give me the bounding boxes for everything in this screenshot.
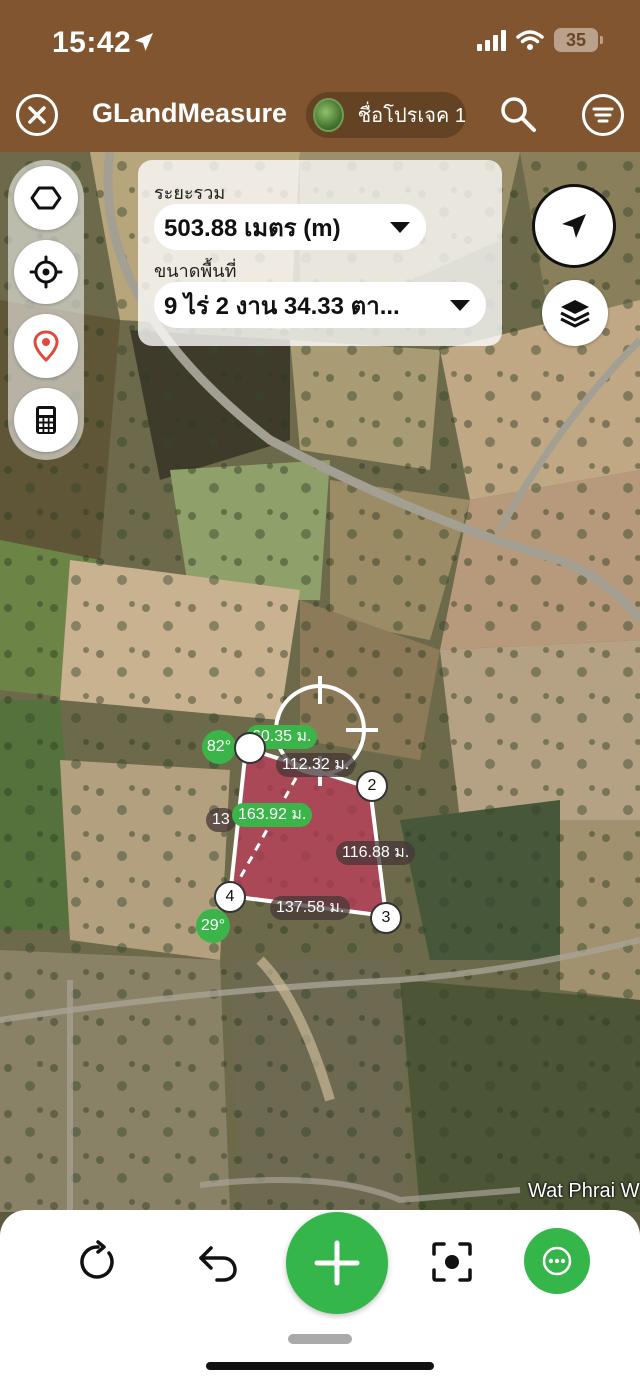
- focus-icon: [432, 1242, 472, 1282]
- layers-icon: [560, 300, 590, 328]
- reset-button[interactable]: [68, 1232, 128, 1292]
- distance-unit-dropdown[interactable]: 503.88 เมตร (m): [154, 204, 426, 250]
- total-distance-label: ระยะรวม: [154, 183, 226, 203]
- edge-length-top: 112.32 ม.: [276, 753, 356, 777]
- edge-length-right: 116.88 ม.: [336, 841, 416, 865]
- polygon-icon: [30, 186, 62, 210]
- my-location-button[interactable]: [14, 240, 78, 304]
- undo-button[interactable]: [188, 1232, 248, 1292]
- edge-length-bottom: 137.58 ม.: [270, 896, 351, 920]
- close-icon: [28, 106, 46, 124]
- angle-badge-1: 82°: [202, 730, 236, 764]
- focus-button[interactable]: [422, 1232, 482, 1292]
- area-label: ขนาดพื้นที่: [154, 261, 237, 281]
- place-label: Wat Phrai W: [528, 1180, 640, 1202]
- refresh-icon: [80, 1240, 114, 1279]
- app-title: GLandMeasure: [92, 98, 288, 128]
- sheet-grabber[interactable]: [288, 1334, 352, 1344]
- status-indicators: 35: [477, 28, 603, 52]
- wifi-icon: [516, 30, 544, 50]
- project-selector[interactable]: ชื่อโปรเจค 1: [306, 92, 466, 138]
- project-thumbnail: [313, 98, 344, 132]
- add-point-button[interactable]: [286, 1212, 388, 1314]
- navigation-arrow-icon: [562, 214, 586, 238]
- vertex-4[interactable]: 4: [214, 881, 246, 913]
- vertex-1[interactable]: [234, 732, 266, 764]
- drop-pin-button[interactable]: [14, 314, 78, 378]
- app-header: 15:42 35 GLandMeasure ชื่อโปรเจค 1: [0, 0, 640, 152]
- home-indicator: [206, 1362, 434, 1370]
- angle-badge-4: 29°: [196, 909, 230, 943]
- map-layers-button[interactable]: [542, 280, 608, 346]
- polygon-mode-button[interactable]: [14, 166, 78, 230]
- cellular-signal-icon: [477, 29, 506, 51]
- area-unit-dropdown[interactable]: 9 ไร่ 2 งาน 34.33 ตา...: [154, 282, 486, 328]
- search-icon[interactable]: [498, 94, 538, 134]
- undo-icon: [199, 1246, 237, 1282]
- plus-icon: [314, 1240, 360, 1286]
- chevron-down-icon: [450, 300, 470, 311]
- crosshair-icon: [29, 255, 63, 289]
- menu-icon: [592, 107, 614, 123]
- more-options-button[interactable]: [524, 1228, 590, 1294]
- chevron-down-icon: [390, 222, 410, 233]
- navigation-button[interactable]: [532, 184, 616, 268]
- location-arrow-icon: [135, 33, 153, 51]
- measurement-panel: ระยะรวม 503.88 เมตร (m) ขนาดพื้นที่ 9 ไร…: [138, 160, 502, 346]
- calculator-button[interactable]: [14, 388, 78, 452]
- segment-length-diagonal: 163.92 ม.: [232, 803, 313, 827]
- filter-menu-button[interactable]: [582, 94, 624, 136]
- total-distance-value: 503.88 เมตร (m): [164, 214, 341, 242]
- left-toolbar: [8, 160, 84, 460]
- calculator-icon: [36, 406, 56, 434]
- project-name: ชื่อโปรเจค 1: [357, 105, 466, 127]
- status-time: 15:42: [52, 26, 132, 59]
- more-icon: [542, 1246, 572, 1276]
- area-value: 9 ไร่ 2 งาน 34.33 ตา...: [164, 292, 400, 320]
- vertex-3[interactable]: 3: [370, 902, 402, 934]
- battery-indicator: 35: [554, 28, 603, 52]
- close-button[interactable]: [16, 94, 58, 136]
- vertex-2[interactable]: 2: [356, 770, 388, 802]
- location-pin-icon: [33, 330, 59, 363]
